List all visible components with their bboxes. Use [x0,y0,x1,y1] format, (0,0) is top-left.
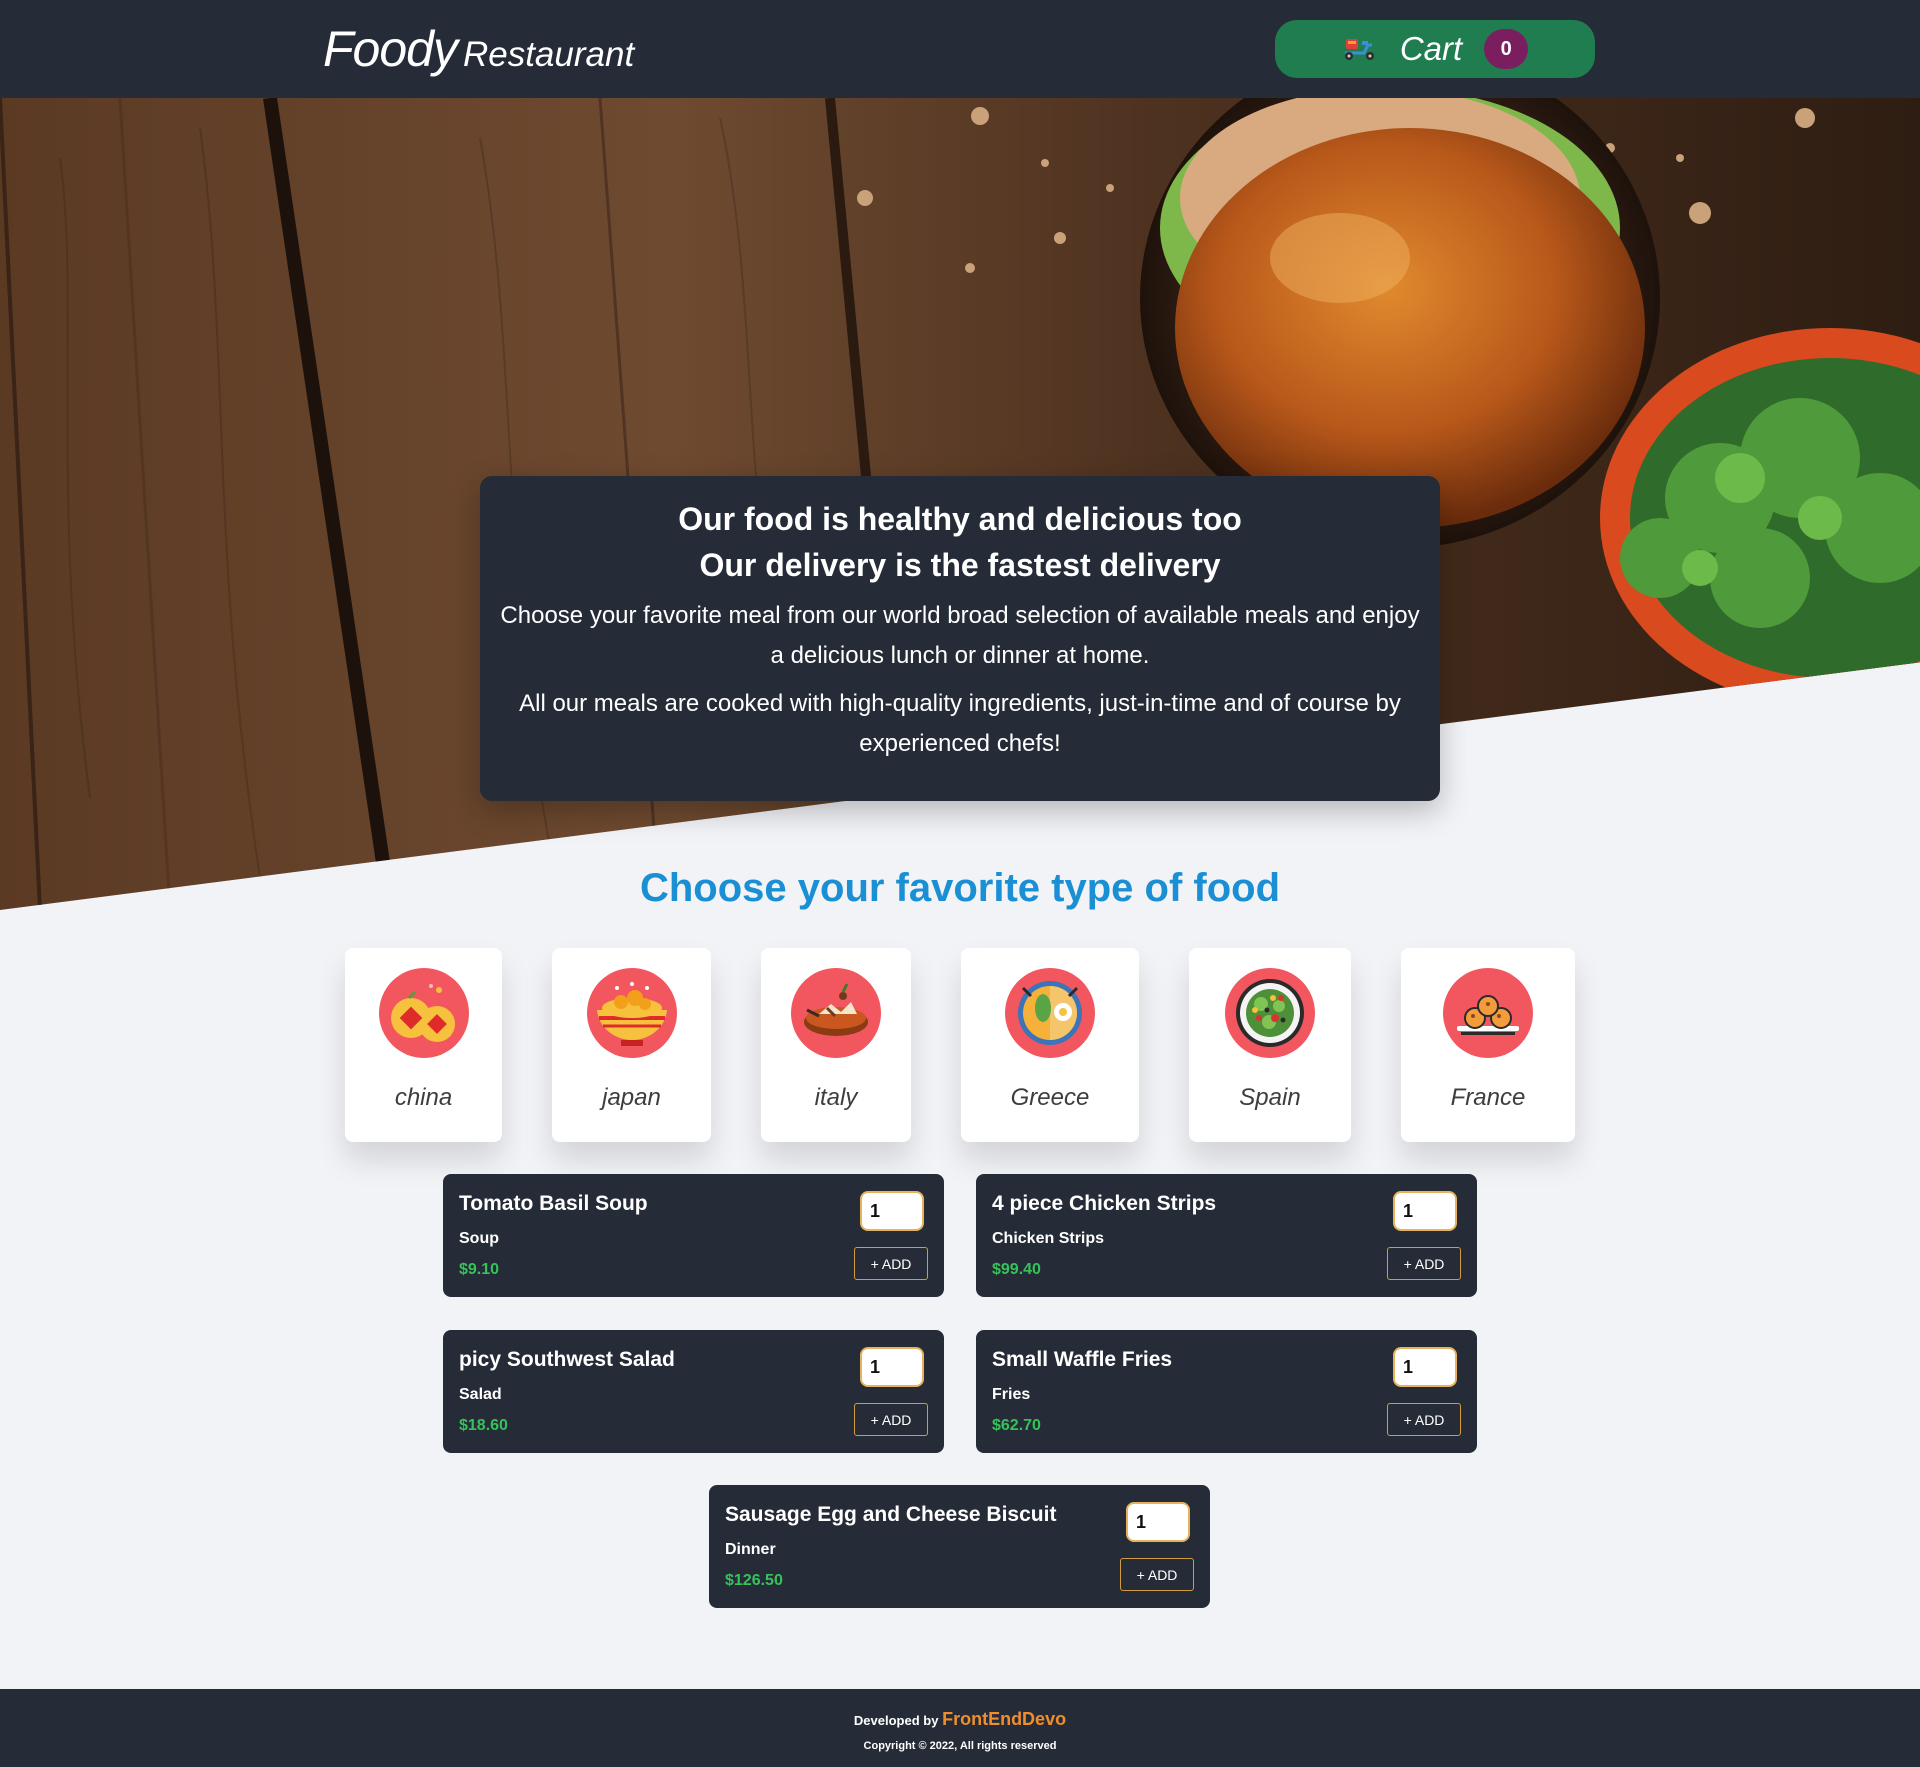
add-to-cart-button[interactable]: + ADD [1387,1403,1461,1436]
meal-name: Tomato Basil Soup [459,1192,648,1215]
food-type-france[interactable]: France [1401,948,1575,1142]
meal-price: $18.60 [459,1417,508,1434]
meal-category: Salad [459,1386,502,1403]
meal-card: Tomato Basil Soup Soup $9.10 + ADD [443,1174,944,1297]
quantity-input[interactable] [1393,1191,1457,1231]
meal-category: Dinner [725,1541,776,1558]
footer-credit: Developed by FrontEndDevo [0,1709,1920,1730]
meal-price: $126.50 [725,1572,783,1589]
salad-bowl-icon [1236,979,1304,1047]
food-type-label: italy [814,1084,858,1111]
copyright: Copyright © 2022, All rights reserved [863,1740,1057,1752]
meal-price: $9.10 [459,1261,500,1278]
hero-summary-box: Our food is healthy and delicious too Ou… [480,476,1440,801]
add-to-cart-button[interactable]: + ADD [854,1403,928,1436]
hero-headline-2: Our delivery is the fastest delivery [699,547,1221,583]
meal-category: Soup [459,1230,499,1247]
quantity-input[interactable] [860,1191,924,1231]
cart-button[interactable]: Cart 0 [1275,20,1595,78]
cart-label: Cart [1399,30,1463,67]
hero-headline-1: Our food is healthy and delicious too [678,501,1242,537]
quantity-input[interactable] [1126,1502,1190,1542]
add-to-cart-button[interactable]: + ADD [1387,1247,1461,1280]
site-logo[interactable]: Foody Restaurant [323,20,634,78]
add-to-cart-button[interactable]: + ADD [854,1247,928,1280]
meal-card: Small Waffle Fries Fries $62.70 + ADD [976,1330,1477,1453]
food-type-label: japan [602,1084,661,1111]
delivery-scooter-icon [1344,39,1374,60]
add-to-cart-button[interactable]: + ADD [1120,1558,1194,1591]
meal-card: picy Southwest Salad Salad $18.60 + ADD [443,1330,944,1453]
logo-main: Foody [323,21,458,77]
quantity-input[interactable] [860,1347,924,1387]
meal-price: $62.70 [992,1417,1041,1434]
footer: Developed by FrontEndDevo Copyright © 20… [0,1689,1920,1767]
food-type-label: France [1450,1084,1526,1111]
hero-paragraph-1: Choose your favorite meal from our world… [500,602,1420,669]
meal-name: Sausage Egg and Cheese Biscuit [725,1503,1057,1526]
food-type-label: Greece [1010,1084,1090,1111]
food-type-japan[interactable]: japan [552,948,711,1142]
developer-link[interactable]: FrontEndDevo [942,1709,1066,1729]
food-type-china[interactable]: china [345,948,502,1142]
meal-price: $99.40 [992,1261,1041,1278]
food-type-greece[interactable]: Greece [961,948,1139,1142]
meal-name: Small Waffle Fries [992,1348,1173,1371]
meal-name: picy Southwest Salad [459,1348,675,1371]
greek-plate-icon [1018,981,1082,1045]
quantity-input[interactable] [1393,1347,1457,1387]
food-types-title: Choose your favorite type of food [639,866,1281,910]
cart-count-badge: 0 [1484,29,1529,69]
noodle-bowl-icon [596,982,667,1046]
chinese-food-icon [390,984,455,1042]
italian-dish-icon [804,983,868,1036]
logo-sub: Restaurant [462,35,635,74]
meal-category: Chicken Strips [992,1230,1105,1247]
meal-card: Sausage Egg and Cheese Biscuit Dinner $1… [709,1485,1210,1608]
food-type-spain[interactable]: Spain [1189,948,1351,1142]
developed-by-label: Developed by [853,1713,939,1728]
food-type-italy[interactable]: italy [761,948,911,1142]
meal-category: Fries [992,1386,1031,1403]
pastry-plate-icon [1457,995,1519,1035]
food-type-label: Spain [1239,1084,1301,1111]
meal-name: 4 piece Chicken Strips [992,1192,1217,1215]
meal-card: 4 piece Chicken Strips Chicken Strips $9… [976,1174,1477,1297]
hero-paragraph-2: All our meals are cooked with high-quali… [519,690,1401,757]
food-type-label: china [394,1084,453,1111]
header: Foody Restaurant Cart 0 [0,0,1920,98]
